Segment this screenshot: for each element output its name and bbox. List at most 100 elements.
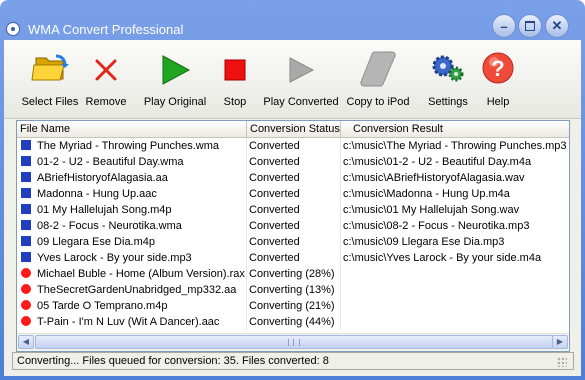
result-cell: c:\music\Madonna - Hung Up.m4a xyxy=(341,186,569,202)
table-row[interactable]: 01-2 - U2 - Beautiful Day.wma Converted c:… xyxy=(17,154,569,170)
maximize-button[interactable] xyxy=(518,14,542,38)
table-row[interactable]: 09 Llegara Ese Dia.m4p Converted c:\music\… xyxy=(17,234,569,250)
conversion-status: Converted xyxy=(249,140,300,152)
file-name: ABriefHistoryofAlagasia.aa xyxy=(37,172,168,184)
conversion-status: Converted xyxy=(249,252,300,264)
select-files-label: Select Files xyxy=(21,96,79,108)
file-name-cell: 08-2 - Focus - Neurotika.wma xyxy=(17,218,247,234)
play-original-label: Play Original xyxy=(143,96,207,108)
converted-marker-icon xyxy=(21,252,31,262)
play-converted-button[interactable]: Play Converted xyxy=(261,46,341,114)
converted-marker-icon xyxy=(21,140,31,150)
file-name: 08-2 - Focus - Neurotika.wma xyxy=(37,220,182,232)
conversion-result: c:\music\The Myriad - Throwing Punches.m… xyxy=(343,140,567,152)
minimize-button[interactable]: – xyxy=(492,14,516,38)
status-cell: Converted xyxy=(247,170,341,186)
table-row[interactable]: 05 Tarde O Temprano.m4p Converting (21%) xyxy=(17,298,569,314)
settings-button[interactable]: Settings xyxy=(424,46,472,114)
converting-marker-icon xyxy=(21,316,31,326)
conversion-status: Converted xyxy=(249,156,300,168)
scroll-thumb[interactable] xyxy=(35,335,553,349)
table-row[interactable]: Michael Buble - Home (Album Version).rax… xyxy=(17,266,569,282)
help-button[interactable]: ? Help xyxy=(480,46,516,114)
converted-marker-icon xyxy=(21,204,31,214)
file-name: 05 Tarde O Temprano.m4p xyxy=(37,300,168,312)
arrow-left-icon: ◀ xyxy=(22,337,30,346)
file-name: The Myriad - Throwing Punches.wma xyxy=(37,140,219,152)
conversion-result: c:\music\08-2 - Focus - Neurotika.mp3 xyxy=(343,220,530,232)
close-button[interactable]: ✕ xyxy=(545,14,569,38)
converted-marker-icon xyxy=(21,220,31,230)
table-row[interactable]: 01 My Hallelujah Song.m4p Converted c:\mus… xyxy=(17,202,569,218)
result-cell xyxy=(341,314,569,330)
arrow-right-icon: ▶ xyxy=(556,337,564,346)
file-name: 09 Llegara Ese Dia.m4p xyxy=(37,236,156,248)
stop-button[interactable]: Stop xyxy=(217,46,253,114)
file-name: TheSecretGardenUnabridged_mp332.aa xyxy=(37,284,237,296)
status-cell: Converted xyxy=(247,154,341,170)
table-row[interactable]: The Myriad - Throwing Punches.wma Convert… xyxy=(17,138,569,154)
file-name: Madonna - Hung Up.aac xyxy=(37,188,157,200)
help-icon: ? xyxy=(478,48,518,88)
table-row[interactable]: TheSecretGardenUnabridged_mp332.aa Conver… xyxy=(17,282,569,298)
table-row[interactable]: Yves Larock - By your side.mp3 Converted c… xyxy=(17,250,569,266)
toolbar: Select Files Remove Play Original Stop P… xyxy=(4,40,581,119)
file-name: Michael Buble - Home (Album Version).rax xyxy=(37,268,245,280)
status-bar: Converting... Files queued for conversio… xyxy=(12,352,574,370)
status-cell: Converting (44%) xyxy=(247,314,341,330)
file-list[interactable]: File Name Conversion Status Conversion R… xyxy=(16,120,570,352)
result-cell: c:\music\Yves Larock - By your side.m4a xyxy=(341,250,569,266)
conversion-status: Converted xyxy=(249,188,300,200)
file-name: T-Pain - I'm N Luv (Wit A Dancer).aac xyxy=(37,316,220,328)
horizontal-scrollbar[interactable]: ◀ ▶ xyxy=(17,333,569,351)
client-area: Select Files Remove Play Original Stop P… xyxy=(4,40,581,376)
settings-label: Settings xyxy=(428,96,468,108)
conversion-result: c:\music\Yves Larock - By your side.m4a xyxy=(343,252,542,264)
green-play-icon xyxy=(155,48,195,88)
result-cell: c:\music\08-2 - Focus - Neurotika.mp3 xyxy=(341,218,569,234)
scroll-left-button[interactable]: ◀ xyxy=(18,335,34,349)
file-name-cell: Madonna - Hung Up.aac xyxy=(17,186,247,202)
conversion-status: Converting (44%) xyxy=(249,316,335,328)
resize-grip-icon[interactable] xyxy=(557,357,567,367)
result-cell xyxy=(341,298,569,314)
close-icon: ✕ xyxy=(551,18,563,33)
ipod-icon xyxy=(358,48,398,88)
converted-marker-icon xyxy=(21,172,31,182)
app-icon[interactable] xyxy=(6,22,20,36)
table-row[interactable]: 08-2 - Focus - Neurotika.wma Converted c:\… xyxy=(17,218,569,234)
conversion-result: c:\music\01 My Hallelujah Song.wav xyxy=(343,204,520,216)
file-name-cell: 01-2 - U2 - Beautiful Day.wma xyxy=(17,154,247,170)
conversion-result: c:\music\09 Llegara Ese Dia.mp3 xyxy=(343,236,505,248)
copy-to-ipod-button[interactable]: Copy to iPod xyxy=(345,46,411,114)
red-x-icon xyxy=(86,48,126,88)
table-row[interactable]: T-Pain - I'm N Luv (Wit A Dancer).aac Con… xyxy=(17,314,569,330)
column-header-result[interactable]: Conversion Result xyxy=(341,121,569,137)
file-name-cell: The Myriad - Throwing Punches.wma xyxy=(17,138,247,154)
remove-button[interactable]: Remove xyxy=(84,46,128,114)
title-bar[interactable]: WMA Convert Professional – ✕ xyxy=(0,0,585,40)
stop-label: Stop xyxy=(223,96,247,108)
red-stop-icon xyxy=(215,48,255,88)
folder-open-icon xyxy=(30,48,70,88)
status-cell: Converted xyxy=(247,202,341,218)
table-row[interactable]: Madonna - Hung Up.aac Converted c:\music\M… xyxy=(17,186,569,202)
minimize-icon: – xyxy=(500,18,508,34)
remove-label: Remove xyxy=(85,96,127,108)
select-files-button[interactable]: Select Files xyxy=(21,46,79,114)
play-original-button[interactable]: Play Original xyxy=(143,46,207,114)
column-header-status[interactable]: Conversion Status xyxy=(247,121,341,137)
file-name-cell: 09 Llegara Ese Dia.m4p xyxy=(17,234,247,250)
list-header: File Name Conversion Status Conversion R… xyxy=(17,121,569,138)
scroll-right-button[interactable]: ▶ xyxy=(552,335,568,349)
result-cell xyxy=(341,266,569,282)
conversion-result: c:\music\ABriefHistoryofAlagasia.wav xyxy=(343,172,525,184)
file-name-cell: Michael Buble - Home (Album Version).rax xyxy=(17,266,247,282)
table-row[interactable]: ABriefHistoryofAlagasia.aa Converted c:\mu… xyxy=(17,170,569,186)
app-window: WMA Convert Professional – ✕ Select File… xyxy=(0,0,585,380)
gray-play-icon xyxy=(281,48,321,88)
status-cell: Converted xyxy=(247,138,341,154)
file-name-cell: 05 Tarde O Temprano.m4p xyxy=(17,298,247,314)
converting-marker-icon xyxy=(21,268,31,278)
column-header-file-name[interactable]: File Name xyxy=(17,121,247,137)
